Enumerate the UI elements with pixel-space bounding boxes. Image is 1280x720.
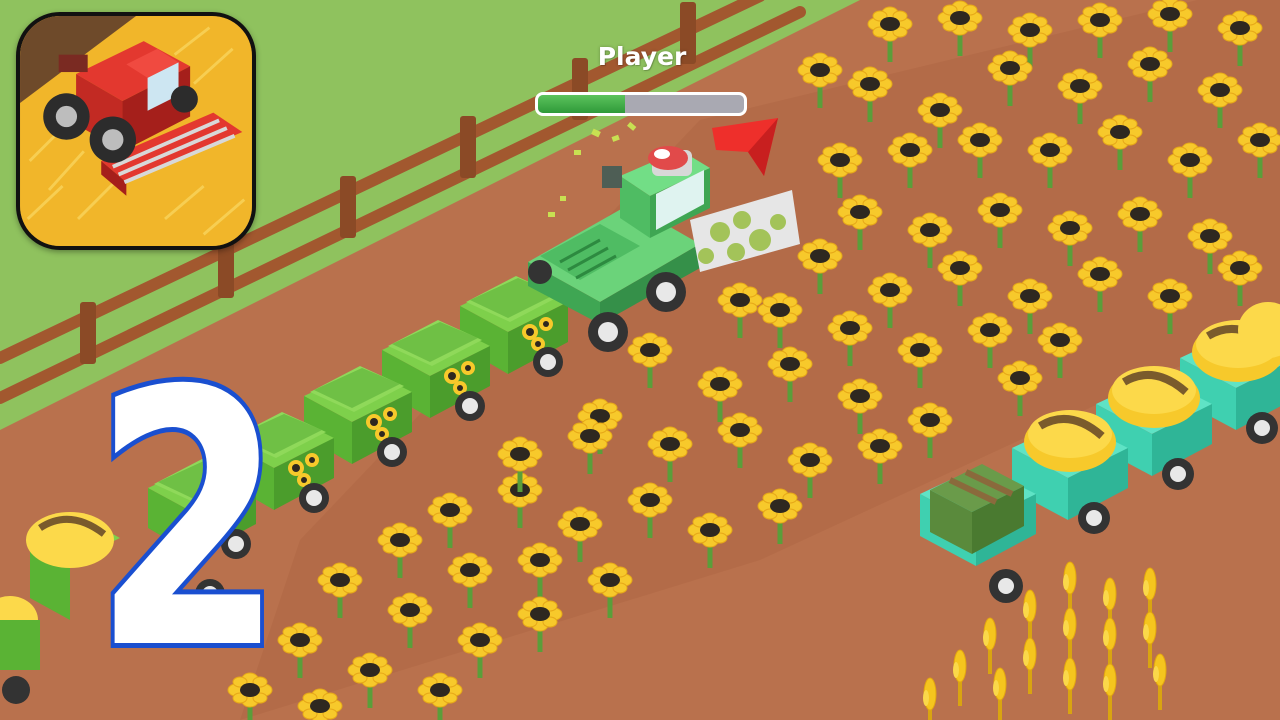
red-combine-harvester-icon: [20, 16, 252, 246]
level-number: 2: [72, 317, 288, 720]
app-icon: [16, 12, 256, 250]
harvest-progress-fill: [538, 95, 625, 113]
game-scene[interactable]: Player 2: [0, 0, 1280, 720]
level-number-text: 2: [89, 317, 288, 720]
harvest-progress-bar: [535, 92, 747, 116]
player-name-label: Player: [597, 42, 687, 71]
player-hud: Player: [533, 42, 751, 122]
